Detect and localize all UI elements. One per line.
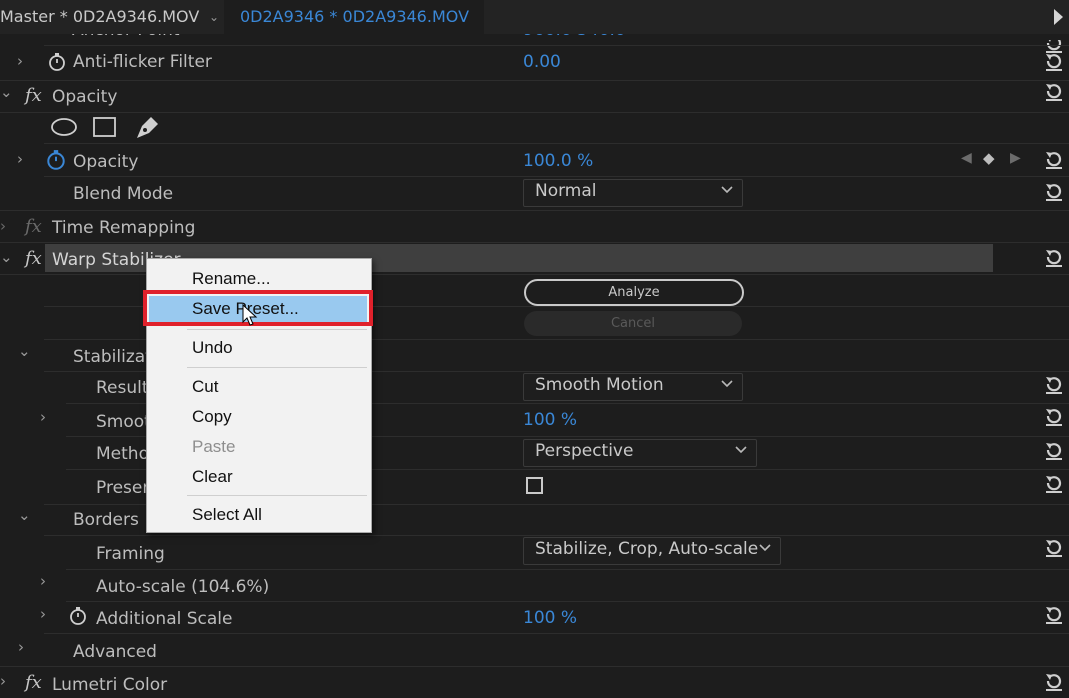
ellipse-mask-icon[interactable] (50, 116, 80, 138)
time-remapping-label: Time Remapping (52, 218, 196, 238)
anti-flicker-value[interactable]: 0.00 (523, 52, 561, 72)
expand-chevron-icon[interactable]: › (40, 408, 46, 426)
collapse-chevron-icon[interactable]: ⌄ (0, 83, 13, 101)
fx-icon[interactable]: fx (25, 672, 42, 693)
expand-chevron-icon[interactable]: › (0, 217, 6, 235)
stopwatch-icon[interactable] (47, 52, 67, 72)
blend-mode-dropdown[interactable]: Normal (523, 179, 743, 207)
fx-icon[interactable]: fx (25, 85, 42, 106)
reset-icon[interactable] (1043, 148, 1065, 170)
blend-mode-label: Blend Mode (73, 184, 174, 204)
framing-value: Stabilize, Crop, Auto-scale (535, 539, 759, 559)
mouse-cursor-icon (242, 304, 258, 326)
menu-separator (187, 329, 367, 330)
tab-active-sequence-clip[interactable]: 0D2A9346 * 0D2A9346.MOV (224, 0, 484, 34)
chevron-down-icon (720, 183, 734, 197)
chevron-down-icon (758, 541, 772, 555)
additional-scale-label: Additional Scale (96, 609, 233, 629)
reset-icon[interactable] (1043, 603, 1065, 625)
next-keyframe-icon[interactable]: ▶ (1010, 150, 1021, 166)
method-value: Perspective (535, 441, 634, 461)
menu-item-rename[interactable]: Rename... (192, 269, 270, 289)
opacity-effect-label: Opacity (52, 87, 118, 107)
fx-icon[interactable]: fx (25, 248, 42, 269)
reset-icon[interactable] (1043, 472, 1065, 494)
expand-chevron-icon[interactable]: › (17, 150, 23, 168)
highlight-annotation-box (143, 290, 373, 326)
framing-label: Framing (96, 544, 165, 564)
menu-item-select-all[interactable]: Select All (192, 505, 262, 525)
collapse-chevron-icon[interactable]: ⌄ (18, 342, 31, 360)
tab-active-label: 0D2A9346 * 0D2A9346.MOV (240, 7, 470, 26)
blend-mode-value: Normal (535, 181, 597, 201)
expand-chevron-icon[interactable]: › (18, 638, 24, 656)
borders-label: Borders (73, 510, 139, 530)
stopwatch-icon[interactable] (68, 606, 88, 626)
smoothness-value[interactable]: 100 % (523, 410, 577, 430)
method-dropdown[interactable]: Perspective (523, 439, 757, 467)
additional-scale-value[interactable]: 100 % (523, 608, 577, 628)
expand-chevron-icon[interactable]: › (40, 572, 46, 590)
reset-icon[interactable] (1043, 373, 1065, 395)
play-arrow-icon[interactable] (1054, 9, 1063, 25)
result-value: Smooth Motion (535, 375, 664, 395)
rectangle-mask-icon[interactable] (92, 115, 118, 139)
reset-icon[interactable] (1043, 670, 1065, 692)
menu-item-copy[interactable]: Copy (192, 407, 232, 427)
chevron-down-icon (720, 377, 734, 391)
advanced-label: Advanced (73, 642, 157, 662)
reset-icon[interactable] (1043, 180, 1065, 202)
lumetri-color-label: Lumetri Color (52, 675, 168, 695)
cancel-button[interactable]: Cancel (524, 311, 742, 336)
reset-icon[interactable] (1043, 246, 1065, 268)
chevron-down-icon (734, 443, 748, 457)
menu-item-undo[interactable]: Undo (192, 338, 233, 358)
result-dropdown[interactable]: Smooth Motion (523, 373, 743, 401)
stopwatch-icon[interactable] (49, 28, 65, 36)
panel-tab-bar: Master * 0D2A9346.MOV ⌄ 0D2A9346 * 0D2A9… (0, 0, 1069, 34)
menu-separator (187, 495, 367, 496)
tab-chevron-down-icon[interactable]: ⌄ (209, 0, 219, 34)
reset-icon[interactable] (1043, 439, 1065, 461)
collapse-chevron-icon[interactable]: ⌄ (0, 248, 13, 266)
preserve-scale-checkbox[interactable] (526, 477, 543, 494)
auto-scale-label: Auto-scale (104.6%) (96, 577, 270, 597)
menu-item-cut[interactable]: Cut (192, 377, 218, 397)
reset-icon[interactable] (1043, 50, 1065, 72)
reset-icon[interactable] (1043, 80, 1065, 102)
menu-item-paste[interactable]: Paste (192, 437, 235, 457)
add-keyframe-icon[interactable]: ◆ (983, 149, 995, 167)
expand-chevron-icon[interactable]: › (0, 672, 6, 690)
opacity-value[interactable]: 100.0 % (523, 151, 593, 171)
previous-keyframe-icon[interactable]: ◀ (961, 150, 972, 166)
reset-icon[interactable] (1043, 536, 1065, 558)
pen-mask-icon[interactable] (133, 114, 161, 140)
anti-flicker-label: Anti-flicker Filter (73, 52, 212, 72)
framing-dropdown[interactable]: Stabilize, Crop, Auto-scale (523, 537, 781, 565)
result-label: Result (96, 378, 149, 398)
menu-item-clear[interactable]: Clear (192, 467, 233, 487)
menu-separator (187, 367, 367, 368)
expand-chevron-icon[interactable]: › (17, 52, 23, 70)
stopwatch-active-icon[interactable] (45, 149, 67, 171)
opacity-label: Opacity (73, 152, 139, 172)
expand-chevron-icon[interactable]: › (40, 605, 46, 623)
collapse-chevron-icon[interactable]: ⌄ (18, 506, 31, 524)
reset-icon[interactable] (1043, 405, 1065, 427)
fx-icon[interactable]: fx (25, 216, 42, 237)
analyze-button[interactable]: Analyze (524, 279, 744, 306)
tab-master-clip[interactable]: Master * 0D2A9346.MOV (0, 0, 199, 34)
